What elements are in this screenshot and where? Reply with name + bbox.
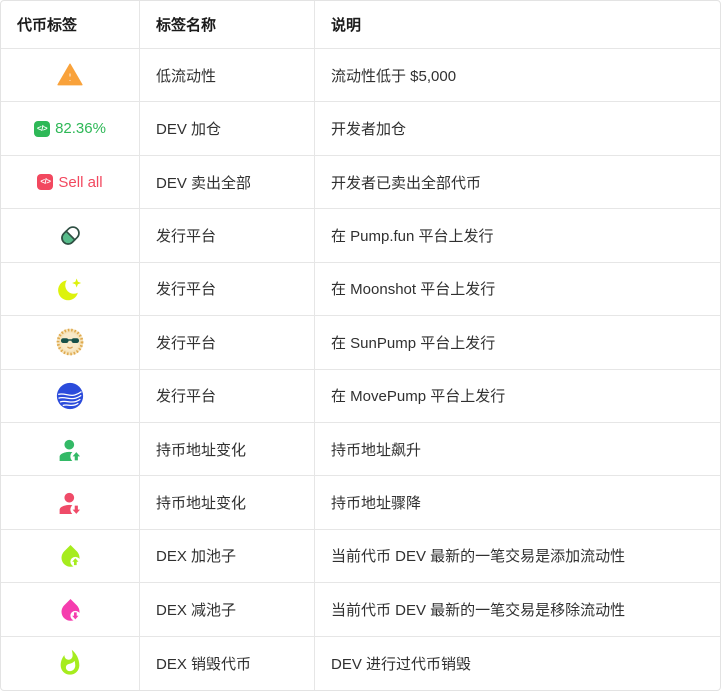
tag-name: 低流动性	[156, 67, 217, 85]
tag-name: DEV 卖出全部	[156, 174, 252, 192]
dev-sell-badge: </> Sell all	[37, 173, 103, 191]
tag-description: 在 Pump.fun 平台上发行	[331, 227, 494, 245]
table-row-cell: 持币地址变化	[140, 422, 315, 477]
table-row-cell: 发行平台	[140, 316, 315, 370]
header-label: 说明	[331, 17, 362, 34]
sunpump-sun-icon	[55, 327, 85, 357]
table-row-cell: DEX 加池子	[140, 529, 315, 584]
table-row-cell	[1, 262, 140, 317]
dev-buy-badge: </> 82.36%	[34, 120, 106, 137]
tag-name: 发行平台	[156, 334, 217, 352]
dev-code-icon: </>	[37, 174, 54, 191]
tag-name: DEX 加池子	[156, 548, 237, 566]
table-row-cell	[1, 422, 140, 477]
tag-description: 在 Moonshot 平台上发行	[331, 281, 496, 299]
table-row-cell: DEX 减池子	[140, 583, 315, 637]
table-row-cell: 当前代币 DEV 最新的一笔交易是移除流动性	[315, 583, 720, 637]
table-row-cell: 发行平台	[140, 369, 315, 423]
table-row-cell: 在 Pump.fun 平台上发行	[315, 209, 720, 263]
table-row-cell: DEV 加仓	[140, 102, 315, 156]
table-row-cell: 流动性低于 $5,000	[315, 49, 720, 103]
tag-description: 在 SunPump 平台上发行	[331, 334, 496, 352]
burn-flame-icon	[56, 649, 84, 677]
warning-triangle-icon	[57, 62, 83, 88]
table-row-cell	[1, 529, 140, 584]
table-row-cell	[1, 49, 140, 103]
table-row-cell	[1, 583, 140, 637]
tag-description: 流动性低于 $5,000	[331, 67, 457, 85]
pump-fun-pill-icon	[57, 222, 84, 249]
tag-description: 开发者加仓	[331, 121, 407, 139]
table-row-cell: 在 Moonshot 平台上发行	[315, 263, 720, 317]
table-row-cell: DEV 进行过代币销毁	[315, 637, 720, 690]
holder-up-icon	[56, 435, 85, 464]
dev-sell-label: Sell all	[58, 173, 103, 191]
tag-name: 发行平台	[156, 281, 217, 299]
pool-remove-icon	[57, 596, 84, 623]
holder-down-icon	[56, 488, 85, 517]
token-tags-table: 代币标签 标签名称 说明 低流动性 流动性低于 $5,000 </> 82.36…	[0, 0, 721, 691]
header-token-tag: 代币标签	[1, 1, 140, 49]
tag-name: 发行平台	[156, 227, 217, 245]
tag-description: DEV 进行过代币销毁	[331, 655, 472, 673]
table-row-cell	[1, 316, 140, 370]
dev-buy-percent: 82.36%	[55, 120, 106, 138]
dev-code-icon: </>	[34, 120, 51, 137]
table-row-cell: 发行平台	[140, 209, 315, 263]
table-row-cell: 持币地址变化	[140, 476, 315, 530]
tag-description: 当前代币 DEV 最新的一笔交易是移除流动性	[331, 601, 626, 619]
table-row-cell	[1, 636, 140, 690]
tag-description: 当前代币 DEV 最新的一笔交易是添加流动性	[331, 548, 626, 566]
table-row-cell: 持币地址飙升	[315, 423, 720, 477]
table-row-cell: </> 82.36%	[1, 102, 140, 156]
tag-name: DEX 销毁代币	[156, 655, 252, 673]
table-row-cell: 在 MovePump 平台上发行	[315, 370, 720, 423]
table-row-cell: DEV 卖出全部	[140, 155, 315, 210]
table-row-cell: 开发者已卖出全部代币	[315, 156, 720, 210]
table-row-cell	[1, 209, 140, 263]
table-row-cell: 持币地址骤降	[315, 476, 720, 530]
table-row-cell	[1, 369, 140, 423]
header-tag-name: 标签名称	[140, 1, 315, 49]
tag-name: 发行平台	[156, 388, 217, 406]
header-description: 说明	[315, 1, 720, 49]
tag-name: DEV 加仓	[156, 121, 222, 139]
table-row-cell: 在 SunPump 平台上发行	[315, 316, 720, 370]
tag-name: 持币地址变化	[156, 441, 247, 459]
header-label: 代币标签	[17, 17, 78, 34]
tag-description: 持币地址飙升	[331, 441, 422, 459]
tag-description: 持币地址骤降	[331, 495, 422, 513]
tag-name: 持币地址变化	[156, 495, 247, 513]
table-row-cell: 开发者加仓	[315, 102, 720, 156]
header-label: 标签名称	[156, 17, 217, 34]
tag-name: DEX 减池子	[156, 601, 237, 619]
table-row-cell: </> Sell all	[1, 155, 140, 210]
pool-add-icon	[57, 542, 84, 569]
table-row-cell	[1, 476, 140, 530]
moonshot-moon-icon	[55, 274, 85, 304]
movepump-globe-icon	[55, 381, 85, 411]
tag-description: 在 MovePump 平台上发行	[331, 388, 506, 406]
table-row-cell: DEX 销毁代币	[140, 636, 315, 690]
tag-description: 开发者已卖出全部代币	[331, 174, 482, 192]
table-row-cell: 当前代币 DEV 最新的一笔交易是添加流动性	[315, 530, 720, 584]
table-row-cell: 低流动性	[140, 49, 315, 103]
table-row-cell: 发行平台	[140, 262, 315, 317]
